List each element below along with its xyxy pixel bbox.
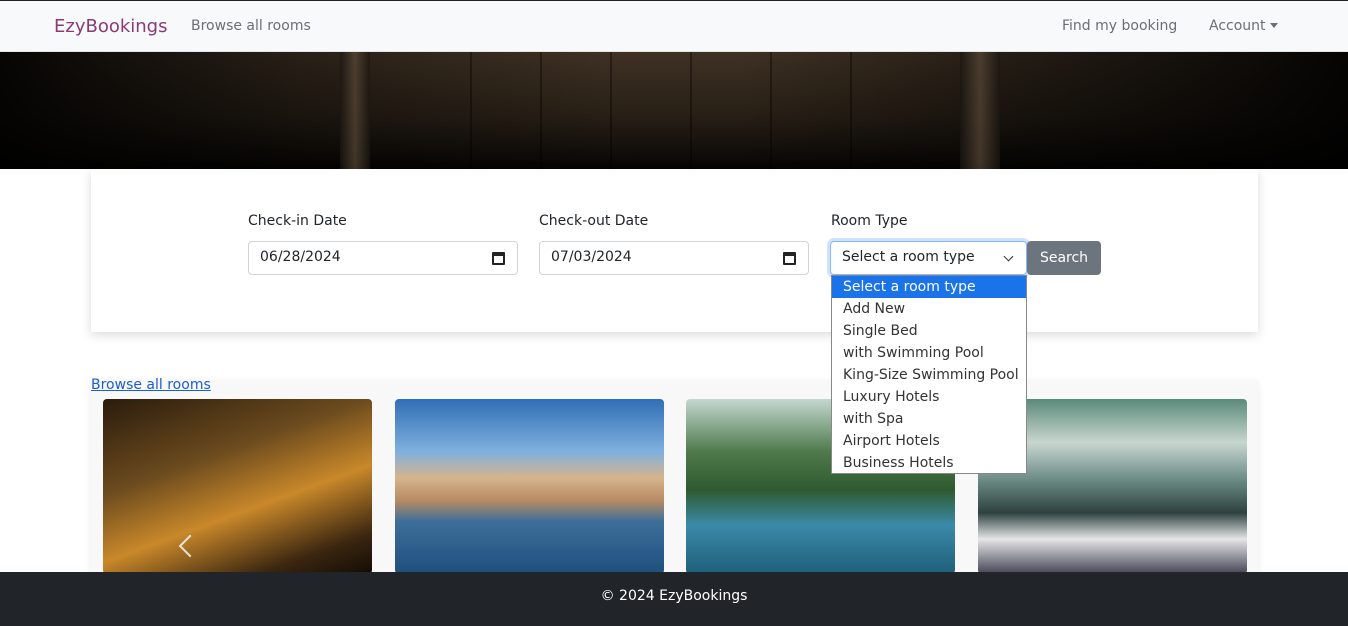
roomtype-dropdown-list: Select a room type Add New Single Bed wi… xyxy=(831,275,1027,474)
hero-pillar xyxy=(960,52,1000,169)
checkout-date-input[interactable]: 07/03/2024 xyxy=(539,241,809,275)
roomtype-option[interactable]: with Spa xyxy=(832,408,1026,430)
checkin-date-value: 06/28/2024 xyxy=(260,249,341,265)
hero-banner xyxy=(0,52,1348,169)
calendar-icon[interactable] xyxy=(492,252,505,265)
footer-copyright: © 2024 EzyBookings xyxy=(600,588,748,604)
roomtype-option[interactable]: Business Hotels xyxy=(832,452,1026,474)
hero-plank xyxy=(540,52,542,169)
nav-find-booking[interactable]: Find my booking xyxy=(1062,18,1177,34)
roomtype-option[interactable]: Luxury Hotels xyxy=(832,386,1026,408)
browse-all-rooms-link[interactable]: Browse all rooms xyxy=(91,377,211,393)
checkin-date-input[interactable]: 06/28/2024 xyxy=(248,241,518,275)
calendar-icon[interactable] xyxy=(783,252,796,265)
hero-plank xyxy=(850,52,852,169)
navbar: EzyBookings Browse all rooms Find my boo… xyxy=(0,0,1348,52)
search-card: Check-in Date 06/28/2024 Check-out Date … xyxy=(91,169,1258,332)
brand-link[interactable]: EzyBookings xyxy=(54,16,167,37)
room-image[interactable] xyxy=(103,399,372,574)
roomtype-option[interactable]: with Swimming Pool xyxy=(832,342,1026,364)
roomtype-label: Room Type xyxy=(831,213,908,229)
search-button[interactable]: Search xyxy=(1027,241,1101,275)
chevron-down-icon xyxy=(1003,251,1014,262)
roomtype-option[interactable]: Select a room type xyxy=(832,276,1026,298)
footer: © 2024 EzyBookings xyxy=(0,572,1348,626)
room-image[interactable] xyxy=(395,399,664,574)
hero-plank xyxy=(770,52,772,169)
checkout-label: Check-out Date xyxy=(539,213,649,229)
hero-plank xyxy=(610,52,612,169)
checkin-label: Check-in Date xyxy=(248,213,347,229)
hero-pillar xyxy=(340,52,370,169)
nav-account-dropdown[interactable]: Account xyxy=(1209,18,1278,34)
nav-browse-rooms[interactable]: Browse all rooms xyxy=(191,18,311,34)
nav-account-label: Account xyxy=(1209,18,1266,34)
hero-plank xyxy=(470,52,472,169)
caret-down-icon xyxy=(1269,23,1278,28)
roomtype-option[interactable]: King-Size Swimming Pool xyxy=(832,364,1026,386)
roomtype-option[interactable]: Airport Hotels xyxy=(832,430,1026,452)
hero-plank xyxy=(690,52,692,169)
roomtype-select[interactable]: Select a room type xyxy=(830,241,1027,275)
roomtype-option[interactable]: Add New xyxy=(832,298,1026,320)
roomtype-select-value: Select a room type xyxy=(842,249,975,265)
roomtype-option[interactable]: Single Bed xyxy=(832,320,1026,342)
checkout-date-value: 07/03/2024 xyxy=(551,249,632,265)
